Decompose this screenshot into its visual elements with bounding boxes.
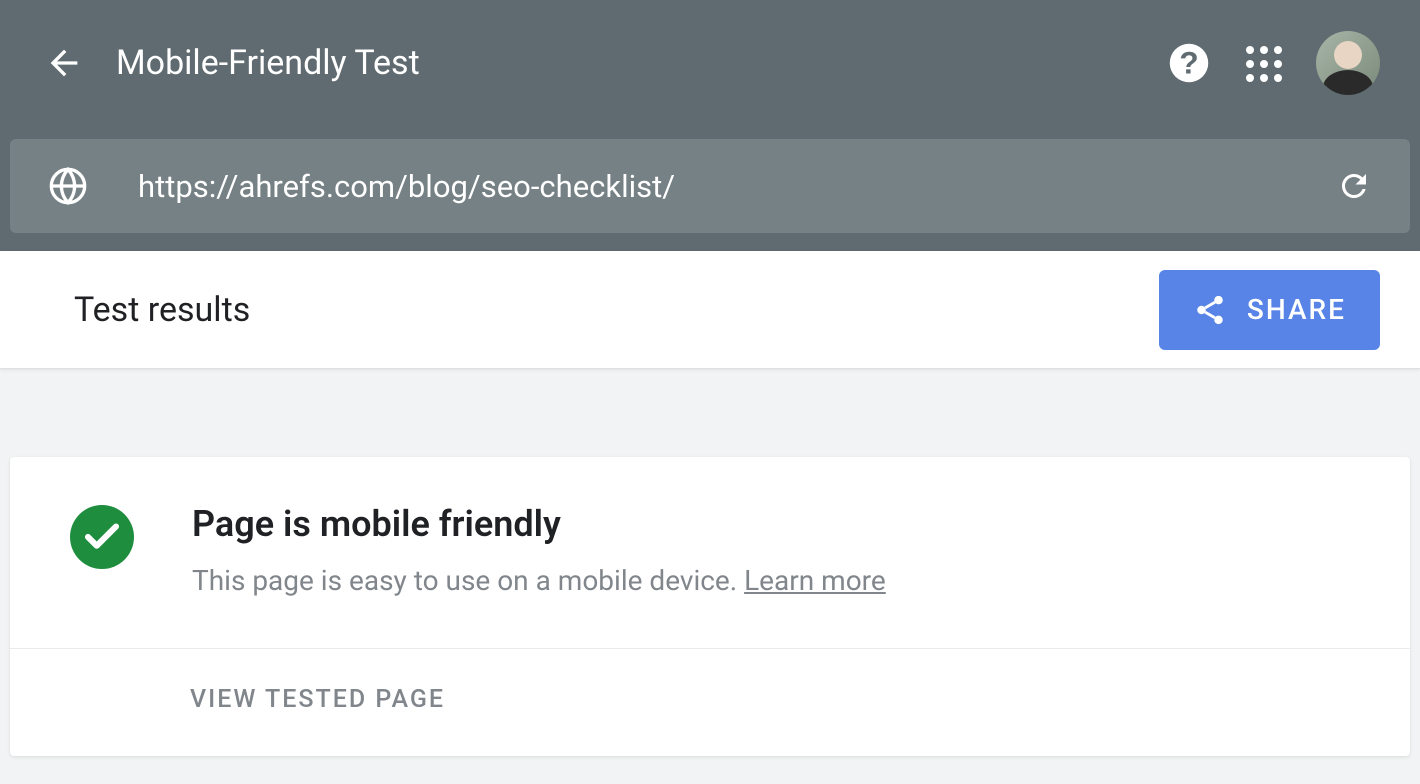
result-main: Page is mobile friendly This page is eas…	[10, 457, 1410, 649]
content-area: Page is mobile friendly This page is eas…	[0, 369, 1420, 756]
share-button-label: SHARE	[1247, 293, 1346, 326]
results-section-title: Test results	[74, 290, 1159, 330]
share-icon	[1193, 293, 1227, 327]
app-header: Mobile-Friendly Test ?	[0, 0, 1420, 125]
learn-more-link[interactable]: Learn more	[744, 564, 886, 597]
share-button[interactable]: SHARE	[1159, 270, 1380, 350]
apps-menu-icon[interactable]	[1242, 42, 1284, 84]
result-text: Page is mobile friendly This page is eas…	[192, 503, 1350, 600]
url-bar	[10, 139, 1410, 233]
view-tested-page-link[interactable]: VIEW TESTED PAGE	[190, 685, 445, 714]
url-input[interactable]	[88, 168, 1336, 205]
result-description: This page is easy to use on a mobile dev…	[192, 564, 744, 597]
help-icon[interactable]: ?	[1168, 42, 1210, 84]
page-title: Mobile-Friendly Test	[116, 43, 1168, 83]
result-subtext: This page is easy to use on a mobile dev…	[192, 561, 1350, 600]
svg-text:?: ?	[1179, 44, 1198, 80]
back-arrow-icon[interactable]	[40, 39, 88, 87]
check-success-icon	[70, 505, 134, 569]
header-actions: ?	[1168, 31, 1380, 95]
results-header: Test results SHARE	[0, 251, 1420, 369]
result-heading: Page is mobile friendly	[192, 503, 1350, 545]
globe-icon	[48, 166, 88, 206]
url-bar-container	[0, 125, 1420, 251]
card-footer: VIEW TESTED PAGE	[10, 649, 1410, 756]
user-avatar[interactable]	[1316, 31, 1380, 95]
reload-icon[interactable]	[1336, 168, 1372, 204]
result-card: Page is mobile friendly This page is eas…	[10, 457, 1410, 756]
